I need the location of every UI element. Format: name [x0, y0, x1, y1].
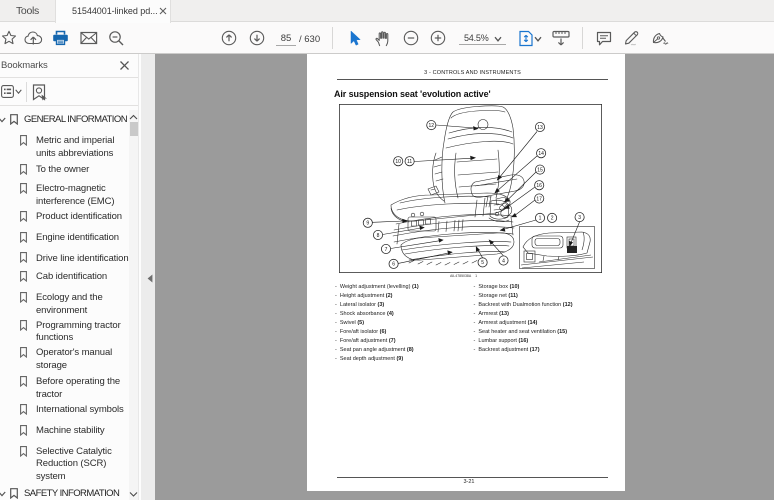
svg-text:8: 8 [376, 233, 379, 239]
svg-text:14: 14 [538, 151, 544, 157]
svg-text:13: 13 [537, 125, 543, 131]
svg-text:3: 3 [578, 215, 581, 221]
svg-text:1: 1 [538, 216, 541, 222]
svg-text:15: 15 [537, 167, 543, 173]
svg-text:17: 17 [536, 196, 542, 202]
svg-text:6: 6 [392, 262, 395, 268]
svg-text:7: 7 [384, 247, 387, 253]
svg-text:9: 9 [366, 221, 369, 227]
svg-text:12: 12 [428, 123, 434, 129]
svg-text:4: 4 [502, 258, 505, 264]
svg-text:11: 11 [406, 159, 411, 165]
svg-text:5: 5 [481, 260, 484, 266]
svg-text:16: 16 [536, 183, 542, 189]
svg-text:2: 2 [550, 216, 553, 222]
svg-text:10: 10 [395, 159, 401, 165]
